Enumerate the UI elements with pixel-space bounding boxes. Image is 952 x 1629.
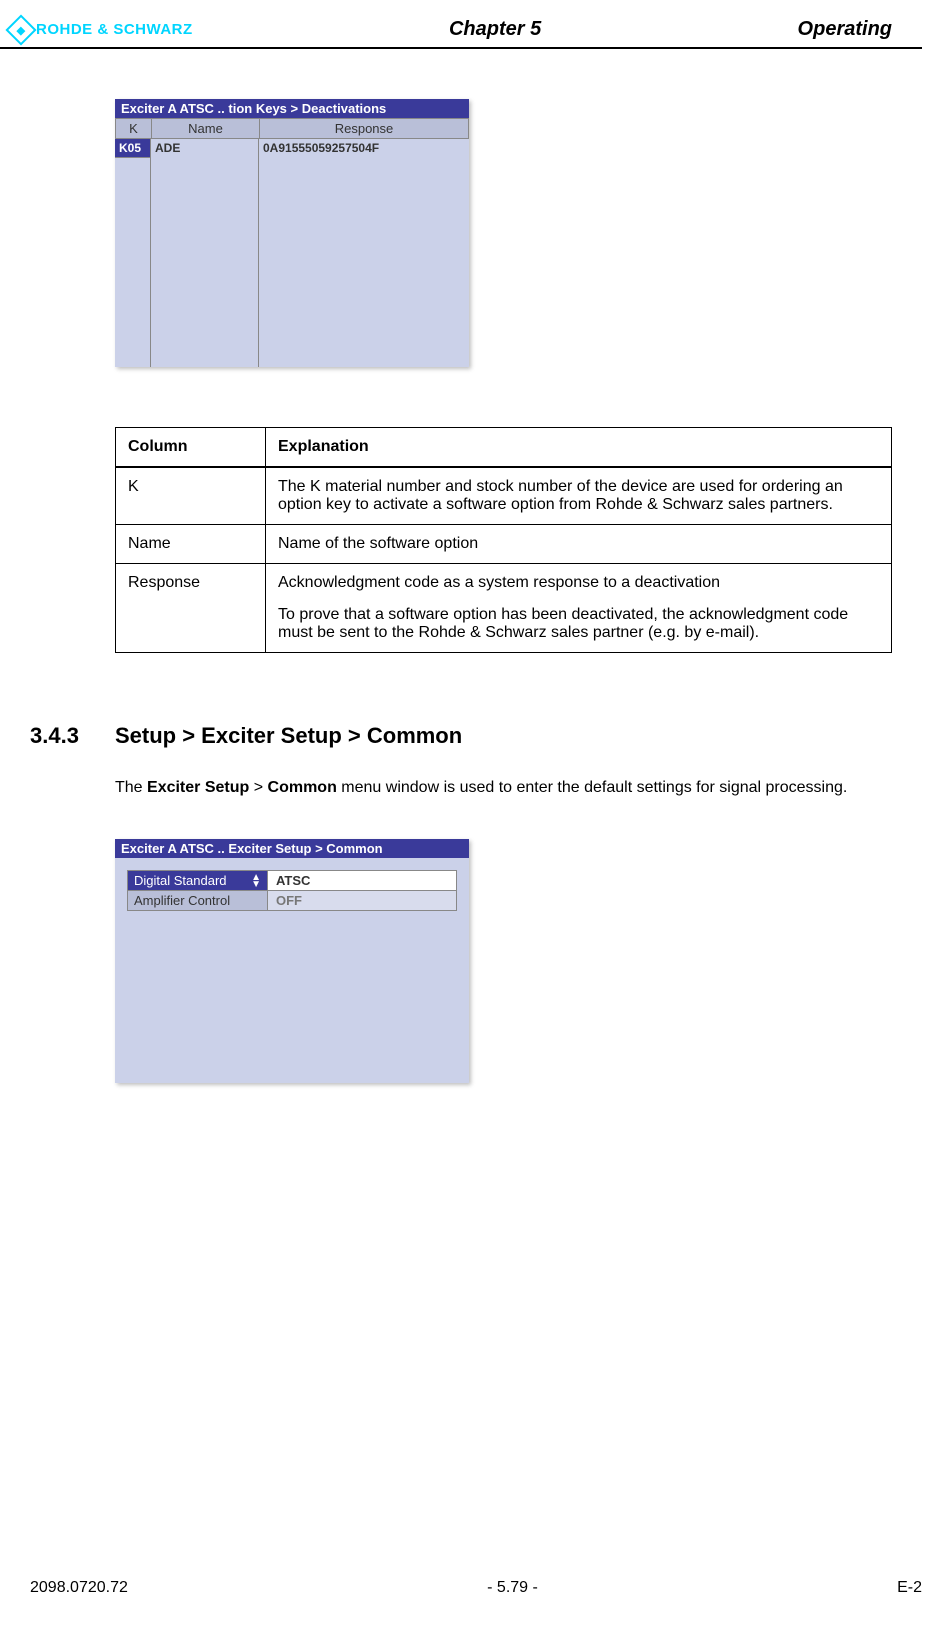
section-number: 3.4.3 xyxy=(30,723,115,749)
param-label: Digital Standard ▲▼ xyxy=(128,871,268,890)
section-title: Setup > Exciter Setup > Common xyxy=(115,723,462,749)
window-titlebar: Exciter A ATSC .. tion Keys > Deactivati… xyxy=(115,99,469,118)
expl-col: K xyxy=(116,467,266,525)
text: menu window is used to enter the default… xyxy=(337,779,848,796)
expl-text: Name of the software option xyxy=(266,525,892,564)
footer-right: E-2 xyxy=(897,1579,922,1597)
expl-col: Name xyxy=(116,525,266,564)
deactivations-screenshot: Exciter A ATSC .. tion Keys > Deactivati… xyxy=(115,99,469,367)
header-right: Operating xyxy=(798,18,892,41)
rs-logo-icon: ◆ xyxy=(5,14,36,45)
name-cell: ADE xyxy=(151,139,258,157)
col-header-k: K xyxy=(116,119,152,139)
param-label: Amplifier Control xyxy=(128,891,268,910)
param-value: ATSC xyxy=(268,871,456,890)
explanation-table: Column Explanation K The K material numb… xyxy=(115,427,892,653)
updown-icon: ▲▼ xyxy=(251,874,261,888)
response-cell: 0A91555059257504F xyxy=(259,139,469,157)
col-k: K05 xyxy=(115,139,151,367)
page-footer: 2098.0720.72 - 5.79 - E-2 xyxy=(30,1579,922,1597)
text: > xyxy=(249,779,267,796)
expl-text: The K material number and stock number o… xyxy=(266,467,892,525)
col-response: 0A91555059257504F xyxy=(259,139,469,367)
common-body: Digital Standard ▲▼ ATSC Amplifier Contr… xyxy=(115,858,469,1083)
section-heading: 3.4.3 Setup > Exciter Setup > Common xyxy=(30,723,892,749)
col-header-name: Name xyxy=(152,119,260,139)
col-header-response: Response xyxy=(260,119,469,139)
logo: ◆ ROHDE & SCHWARZ xyxy=(10,19,193,41)
col-name: ADE xyxy=(151,139,259,367)
param-row-amplifier-control[interactable]: Amplifier Control OFF xyxy=(127,891,457,911)
deactivations-body: K05 ADE 0A91555059257504F xyxy=(115,139,469,367)
chapter-title: Chapter 5 xyxy=(449,18,541,41)
window-titlebar: Exciter A ATSC .. Exciter Setup > Common xyxy=(115,839,469,858)
param-row-digital-standard[interactable]: Digital Standard ▲▼ ATSC xyxy=(127,870,457,891)
bold-text: Exciter Setup xyxy=(147,779,249,796)
expl-header-explanation: Explanation xyxy=(266,428,892,468)
k-cell[interactable]: K05 xyxy=(115,139,150,158)
section-body: The Exciter Setup > Common menu window i… xyxy=(115,777,892,799)
expl-para: Acknowledgment code as a system response… xyxy=(278,574,879,592)
page-header: ◆ ROHDE & SCHWARZ Chapter 5 Operating xyxy=(0,0,922,49)
expl-col: Response xyxy=(116,564,266,653)
param-value: OFF xyxy=(268,891,456,910)
expl-para: To prove that a software option has been… xyxy=(278,606,879,642)
expl-header-column: Column xyxy=(116,428,266,468)
common-screenshot: Exciter A ATSC .. Exciter Setup > Common… xyxy=(115,839,469,1083)
bold-text: Common xyxy=(268,779,337,796)
expl-text: Acknowledgment code as a system response… xyxy=(266,564,892,653)
text: The xyxy=(115,779,147,796)
table-row: Name Name of the software option xyxy=(116,525,892,564)
footer-left: 2098.0720.72 xyxy=(30,1579,128,1597)
logo-text: ROHDE & SCHWARZ xyxy=(36,21,193,38)
table-row: Response Acknowledgment code as a system… xyxy=(116,564,892,653)
table-row: K The K material number and stock number… xyxy=(116,467,892,525)
label-text: Digital Standard xyxy=(134,873,227,888)
footer-center: - 5.79 - xyxy=(487,1579,538,1597)
deactivations-header-table: K Name Response xyxy=(115,118,469,139)
